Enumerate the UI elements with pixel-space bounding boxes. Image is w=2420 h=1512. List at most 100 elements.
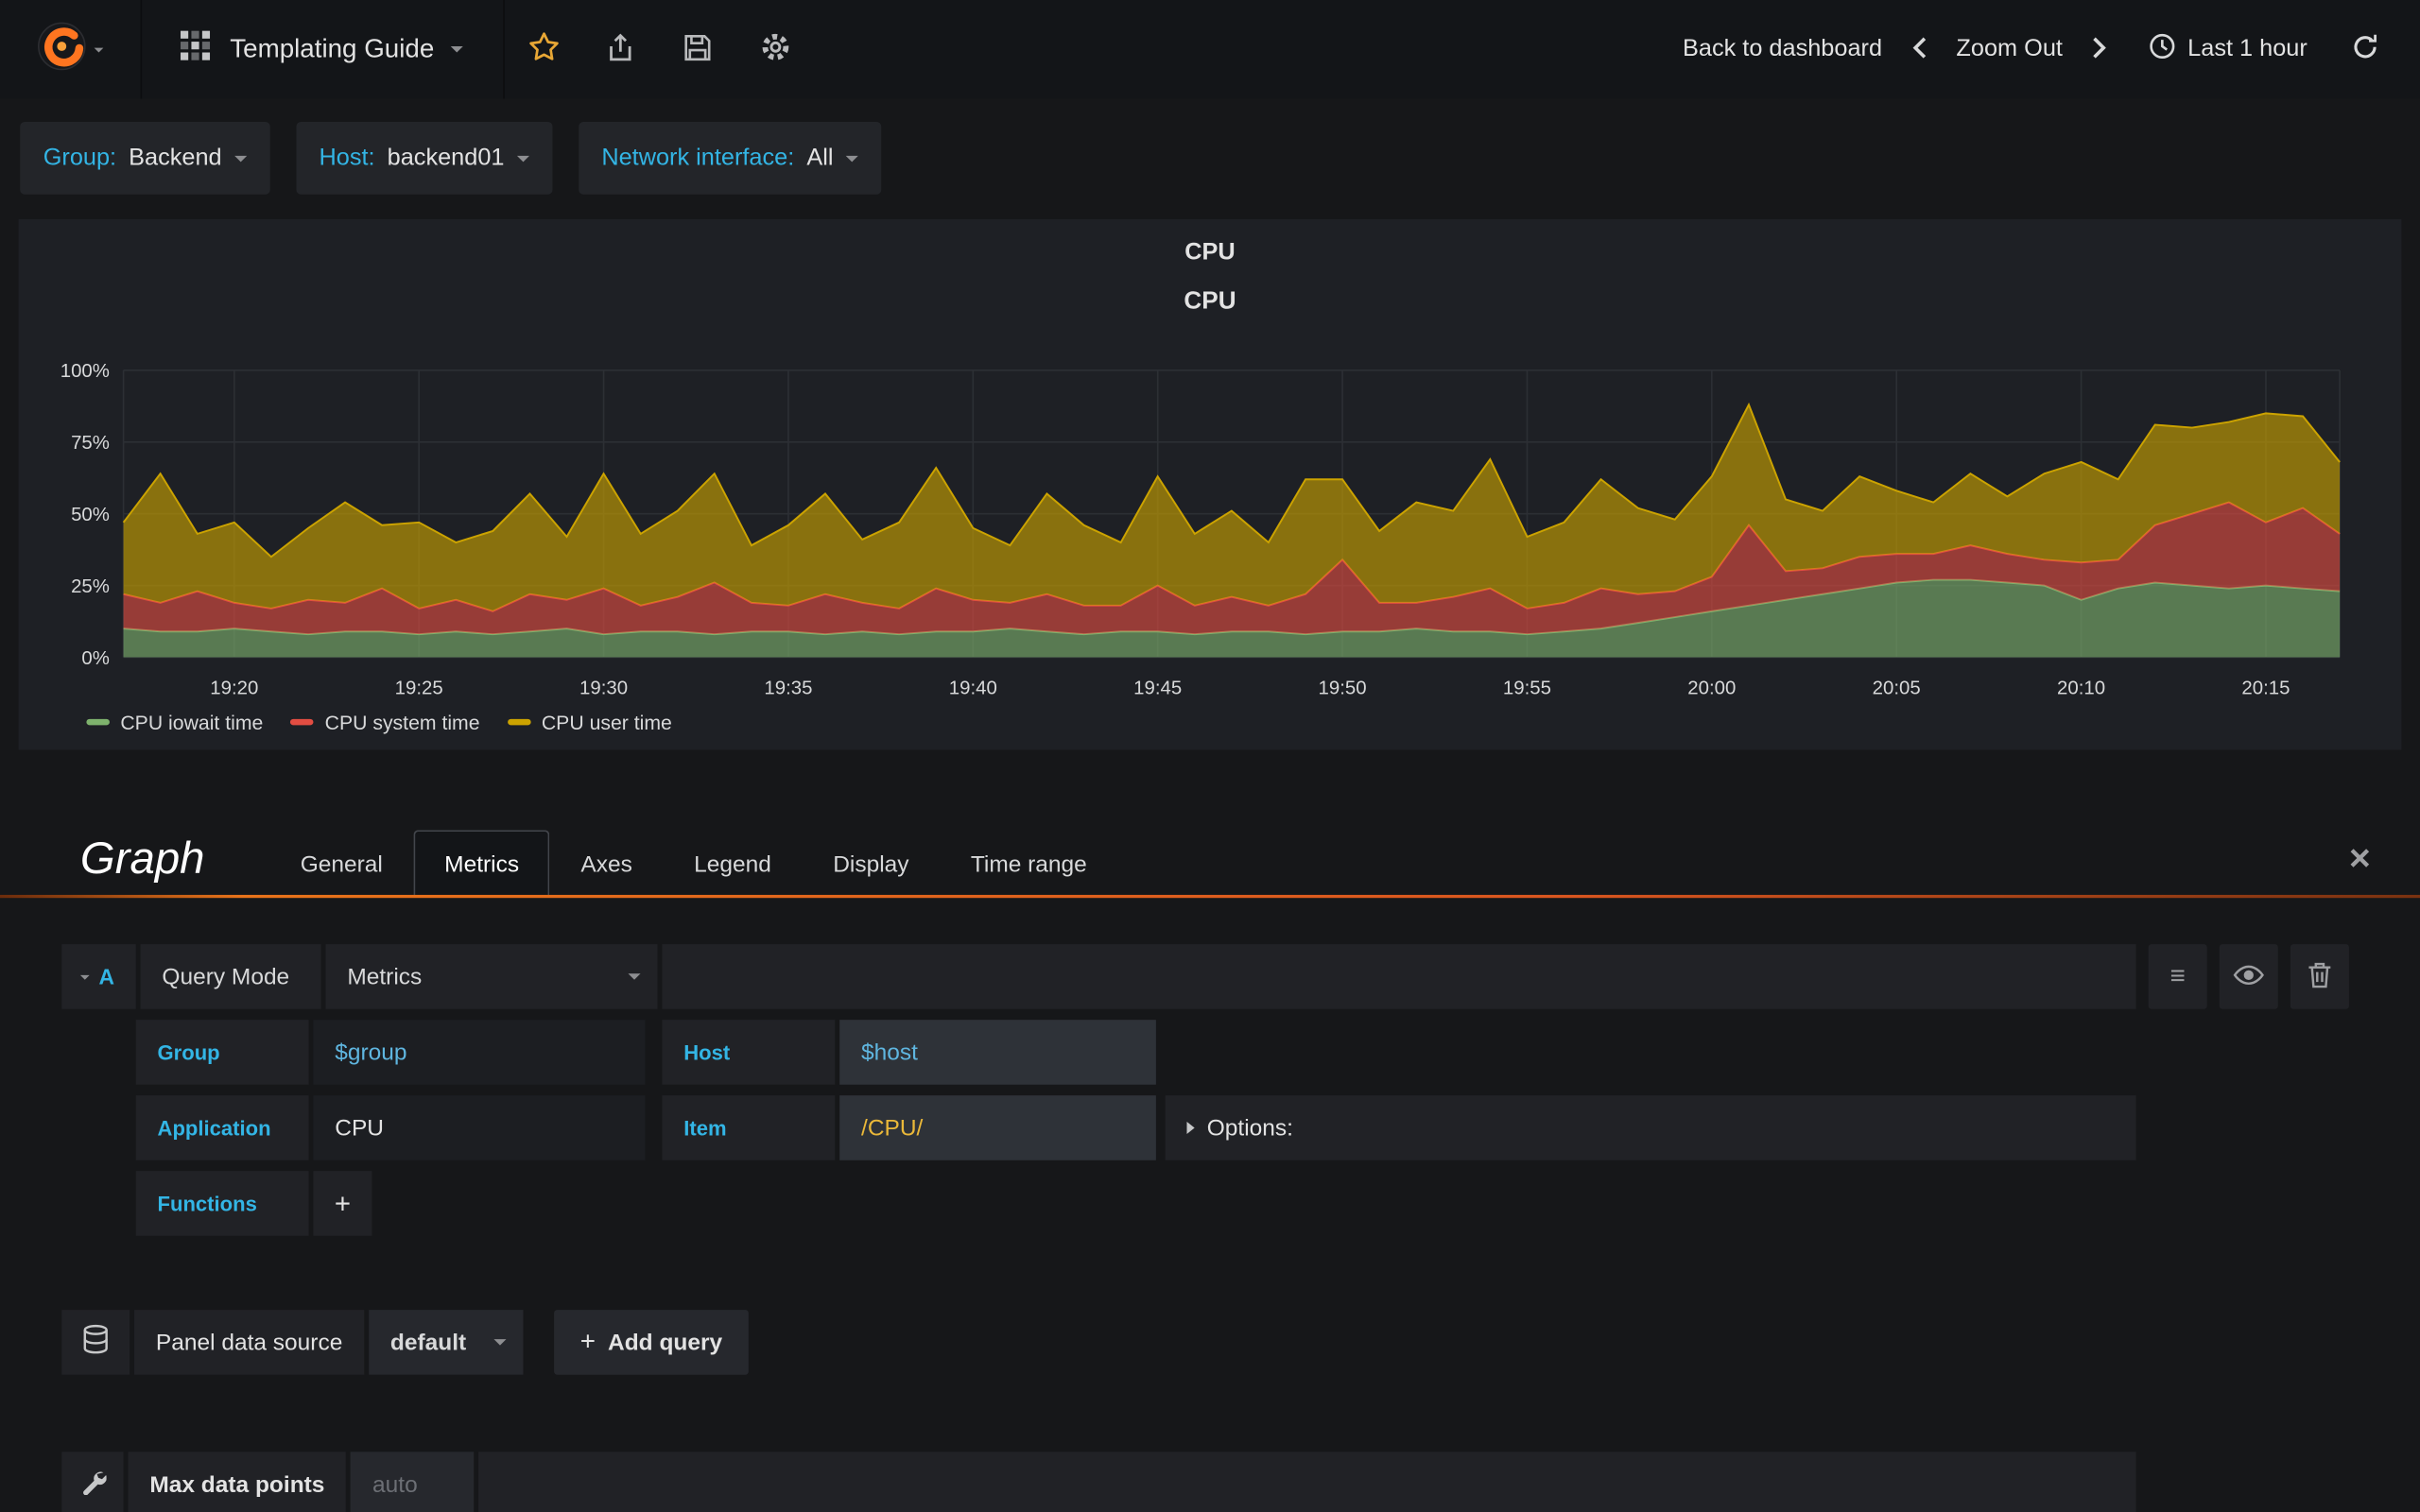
share-button[interactable]: [582, 0, 660, 98]
variable-label: Host:: [319, 144, 375, 171]
settings-button[interactable]: [736, 0, 814, 98]
refresh-icon: [2351, 32, 2380, 66]
svg-text:19:40: 19:40: [949, 679, 997, 699]
host-field-label: Host: [662, 1020, 836, 1085]
options-label: Options:: [1206, 1114, 1293, 1142]
max-data-points-row: Max data points auto: [61, 1452, 2136, 1512]
panel-type-label: Graph: [79, 834, 205, 885]
query-row-filler: [662, 944, 2136, 1009]
query-row-a: A Query Mode Metrics ≡: [61, 944, 2349, 1009]
refresh-button[interactable]: [2338, 23, 2392, 76]
star-button[interactable]: [505, 0, 582, 98]
group-field-input[interactable]: $group: [313, 1020, 646, 1085]
add-query-label: Add query: [608, 1329, 723, 1356]
item-field-value: /CPU/: [861, 1114, 924, 1142]
chevron-down-icon: [493, 1339, 507, 1346]
query-menu-button[interactable]: ≡: [2148, 944, 2207, 1009]
max-data-points-input[interactable]: auto: [351, 1452, 475, 1512]
datasource-row: Panel data source default + Add query: [61, 1310, 2349, 1375]
add-query-button[interactable]: + Add query: [553, 1310, 749, 1375]
graph-title: CPU: [1184, 288, 1236, 316]
query-mode-label: Query Mode: [140, 944, 321, 1009]
variable-host[interactable]: Host: backend01: [296, 121, 553, 195]
item-field-label: Item: [662, 1095, 836, 1160]
legend-item-cpu-user-time[interactable]: CPU user time: [507, 710, 672, 734]
tab-general[interactable]: General: [269, 830, 413, 898]
query-field-row-group-host: Group $group Host $host: [135, 1020, 2136, 1085]
host-field-value: $host: [861, 1039, 918, 1066]
add-function-button[interactable]: +: [313, 1171, 372, 1236]
query-field-row-functions: Functions +: [135, 1171, 2136, 1236]
query-toggle-visibility-button[interactable]: [2219, 944, 2278, 1009]
host-field-input[interactable]: $host: [839, 1020, 1156, 1085]
variable-value: Backend: [129, 144, 222, 171]
svg-text:20:10: 20:10: [2057, 679, 2105, 699]
time-shift-forward-button[interactable]: [2078, 26, 2121, 74]
zoom-out-button[interactable]: Zoom Out: [1941, 26, 2078, 73]
tab-axes[interactable]: Axes: [550, 830, 664, 898]
datasource-select[interactable]: default: [369, 1310, 524, 1375]
chevron-down-icon: [845, 155, 858, 162]
panel-title[interactable]: CPU: [19, 234, 2402, 271]
query-delete-button[interactable]: [2290, 944, 2349, 1009]
variable-network-interface[interactable]: Network interface: All: [578, 121, 882, 195]
database-icon: [82, 1324, 110, 1361]
collapse-caret-icon: [79, 974, 90, 979]
plus-icon: +: [334, 1187, 352, 1218]
time-picker-button[interactable]: Last 1 hour: [2134, 23, 2323, 77]
logo-caret-icon: [94, 46, 104, 52]
variable-label: Network interface:: [601, 144, 795, 171]
editor-tabs: General Metrics Axes Legend Display Time rang…: [269, 830, 1117, 899]
svg-text:20:05: 20:05: [1873, 679, 1921, 699]
tab-metrics[interactable]: Metrics: [413, 830, 550, 899]
wrench-icon: [78, 1468, 107, 1502]
navbar-right: Back to dashboard Zoom Out Last 1 hour: [1668, 0, 2420, 98]
max-data-points-label: Max data points: [128, 1452, 347, 1512]
time-shift-back-button[interactable]: [1897, 26, 1941, 74]
editor-header: Graph General Metrics Axes Legend Display Tim…: [0, 805, 2420, 899]
datasource-value: default: [389, 1329, 467, 1356]
application-field-input[interactable]: CPU: [313, 1095, 646, 1160]
group-field-label: Group: [135, 1020, 309, 1085]
query-ref-letter: A: [98, 964, 115, 989]
variable-group[interactable]: Group: Backend: [20, 121, 270, 195]
panel-data-source-label: Panel data source: [134, 1310, 365, 1375]
chevron-down-icon: [628, 973, 641, 980]
expand-caret-icon: [1186, 1121, 1195, 1134]
dashboard-title-button[interactable]: Templating Guide: [142, 0, 506, 99]
query-collapse-toggle[interactable]: A: [61, 944, 136, 1009]
legend-label: CPU iowait time: [120, 710, 264, 734]
template-variables-row: Group: Backend Host: backend01 Network inter…: [0, 98, 2420, 213]
legend-swatch: [86, 718, 110, 726]
time-range-label: Last 1 hour: [2187, 35, 2308, 62]
save-button[interactable]: [660, 0, 737, 98]
grafana-logo-button[interactable]: [0, 0, 143, 99]
tab-time-range[interactable]: Time range: [940, 830, 1117, 898]
chevron-down-icon: [516, 155, 529, 162]
tab-legend[interactable]: Legend: [664, 830, 803, 898]
legend-label: CPU user time: [541, 710, 672, 734]
svg-text:0%: 0%: [81, 648, 109, 669]
editor-body: A Query Mode Metrics ≡ Group $group Host…: [0, 898, 2420, 1512]
mdp-row-filler: [478, 1452, 2136, 1512]
legend-item-cpu-system-time[interactable]: CPU system time: [290, 711, 480, 733]
svg-text:19:25: 19:25: [395, 679, 443, 699]
legend-item-cpu-iowait-time[interactable]: CPU iowait time: [86, 711, 263, 733]
tab-display[interactable]: Display: [803, 830, 941, 898]
variable-label: Group:: [43, 144, 117, 171]
options-expander[interactable]: Options:: [1165, 1095, 2136, 1160]
top-navbar: Templating Guide Back to dashboard Zoom …: [0, 0, 2420, 99]
item-field-input[interactable]: /CPU/: [839, 1095, 1156, 1160]
cpu-graph[interactable]: 0% 25% 50% 75% 100% 19:20 19:25 19:30 19:35 19:40…: [25, 355, 2395, 744]
chevron-left-icon: [1910, 35, 1928, 64]
svg-text:20:00: 20:00: [1687, 679, 1736, 699]
svg-text:19:30: 19:30: [579, 679, 628, 699]
chevron-right-icon: [2090, 35, 2109, 64]
cpu-panel: CPU CPU 0% 25% 50% 75% 100% 19:20 19:25 19:30 19…: [18, 218, 2402, 750]
svg-text:19:35: 19:35: [764, 679, 812, 699]
back-to-dashboard-button[interactable]: Back to dashboard: [1668, 26, 1898, 73]
svg-text:19:55: 19:55: [1503, 679, 1551, 699]
variable-value: backend01: [387, 144, 505, 171]
close-editor-button[interactable]: ×: [2340, 840, 2379, 877]
query-mode-select[interactable]: Metrics: [325, 944, 658, 1009]
